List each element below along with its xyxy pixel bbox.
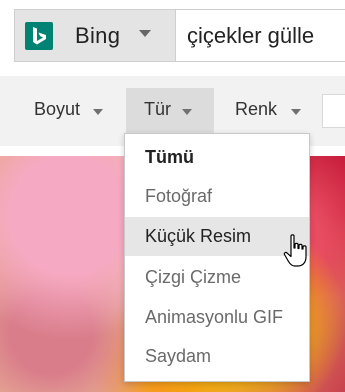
chevron-down-icon	[139, 30, 151, 37]
menu-item-photo[interactable]: Fotoğraf	[125, 177, 309, 216]
chevron-down-icon	[182, 109, 192, 115]
filter-type-label: Tür	[144, 99, 171, 119]
menu-item-transparent[interactable]: Saydam	[125, 337, 309, 376]
menu-item-label: Çizgi Çizme	[145, 267, 242, 287]
search-query-text: çiçekler gülle	[187, 23, 315, 48]
filter-next-button[interactable]	[322, 94, 345, 128]
filter-type-button[interactable]: Tür	[126, 88, 214, 134]
menu-item-label: Tümü	[145, 147, 194, 167]
search-engine-button[interactable]: Bing	[14, 9, 176, 62]
chevron-down-icon	[93, 109, 103, 115]
hand-pointer-icon	[282, 233, 312, 269]
engine-label: Bing	[75, 23, 121, 48]
top-bar: Bing çiçekler gülle	[0, 0, 345, 76]
menu-item-animated-gif[interactable]: Animasyonlu GIF	[125, 298, 309, 337]
menu-item-label: Saydam	[145, 346, 212, 366]
filter-size-label: Boyut	[34, 99, 81, 119]
bing-logo-icon	[25, 22, 53, 50]
menu-item-all[interactable]: Tümü	[125, 138, 309, 177]
search-input[interactable]: çiçekler gülle	[175, 9, 345, 62]
filter-color-button[interactable]: Renk	[235, 95, 315, 129]
menu-item-label: Küçük Resim	[145, 226, 252, 246]
filter-size-button[interactable]: Boyut	[34, 95, 114, 129]
chevron-down-icon	[291, 109, 301, 115]
menu-item-label: Animasyonlu GIF	[145, 307, 284, 327]
filter-color-label: Renk	[235, 99, 278, 119]
menu-item-label: Fotoğraf	[145, 186, 213, 206]
